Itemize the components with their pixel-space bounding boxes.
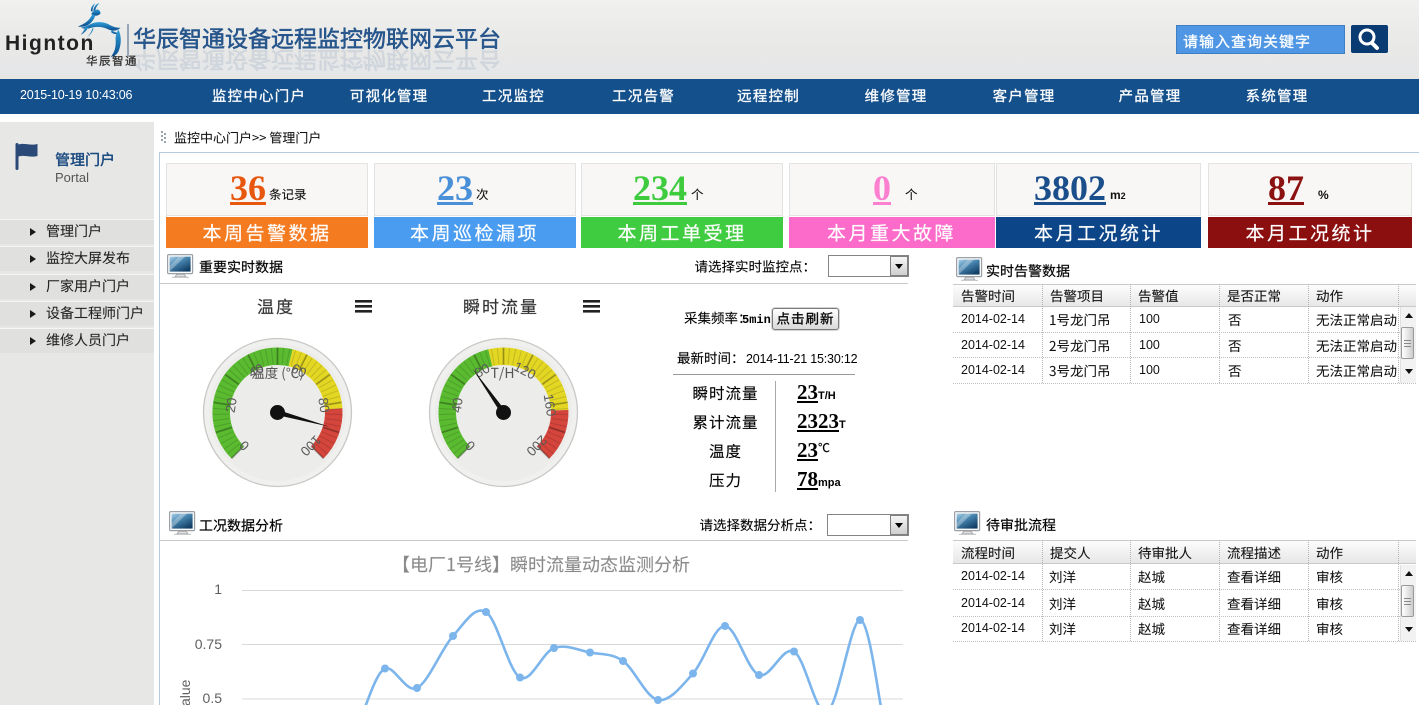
svg-text:60: 60 [289,361,309,381]
svg-text:40: 40 [246,361,266,381]
svg-text:200: 200 [523,432,550,459]
svg-text:40: 40 [449,397,466,414]
svg-text:120: 120 [511,359,538,383]
svg-text:20: 20 [223,397,240,414]
svg-text:0: 0 [462,438,478,454]
svg-text:80: 80 [315,397,332,414]
svg-text:80: 80 [472,361,492,381]
svg-text:160: 160 [541,393,559,418]
svg-text:100: 100 [297,432,324,459]
svg-text:0: 0 [236,438,252,454]
